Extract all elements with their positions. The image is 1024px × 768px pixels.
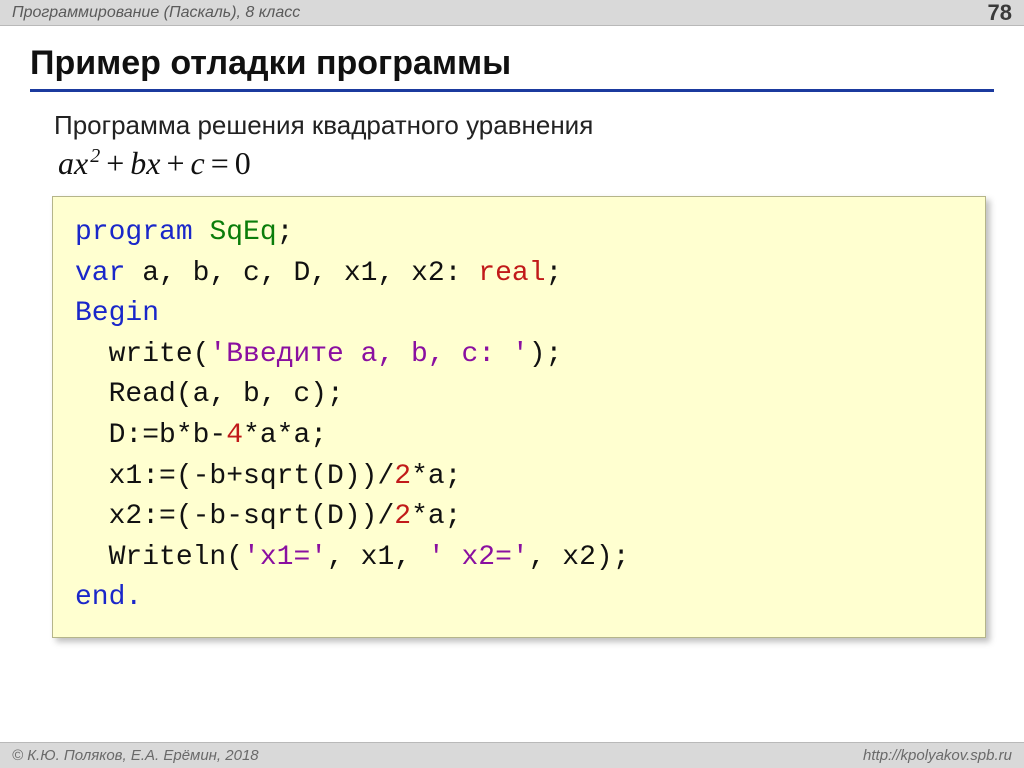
var-decl: a, b, c, D, x1, x2:: [125, 258, 478, 289]
eq-b: b: [130, 145, 146, 181]
footer-url: http://kpolyakov.spb.ru: [863, 747, 1012, 764]
eq-eq: =: [211, 145, 229, 181]
code-num2b: 2: [394, 501, 411, 532]
code-l1a: write(: [75, 339, 209, 370]
code-l2: Read(a, b, c);: [75, 379, 344, 410]
eq-x: x: [74, 145, 88, 181]
kw-begin: Begin: [75, 298, 159, 329]
footer-authors: © К.Ю. Поляков, Е.А. Ерёмин, 2018: [12, 747, 259, 764]
eq-x2: x: [146, 145, 160, 181]
code-l4b: *a;: [411, 461, 461, 492]
semi2: ;: [546, 258, 563, 289]
kw-var: var: [75, 258, 125, 289]
code-str3: ' x2=': [428, 542, 529, 573]
slide-content: Пример отладки программы Программа решен…: [0, 26, 1024, 638]
code-l6a: Writeln(: [75, 542, 243, 573]
eq-c: c: [191, 145, 205, 181]
code-l6c: , x2);: [529, 542, 630, 573]
prog-name: SqEq: [209, 217, 276, 248]
code-l3b: *a*a;: [243, 420, 327, 451]
code-l4a: x1:=(-b+sqrt(D))/: [75, 461, 394, 492]
code-str2: 'x1=': [243, 542, 327, 573]
code-l5a: x2:=(-b-sqrt(D))/: [75, 501, 394, 532]
code-num2a: 2: [394, 461, 411, 492]
code-num4: 4: [226, 420, 243, 451]
kw-program: program: [75, 217, 193, 248]
kw-end: end.: [75, 582, 142, 613]
code-block: program SqEq; var a, b, c, D, x1, x2: re…: [52, 196, 986, 638]
eq-a: a: [58, 145, 74, 181]
footer-bar: © К.Ю. Поляков, Е.А. Ерёмин, 2018 http:/…: [0, 742, 1024, 768]
equation: ax2+bx+c=0: [58, 145, 994, 182]
slide-title: Пример отладки программы: [30, 44, 994, 92]
code-l6b: , x1,: [327, 542, 428, 573]
code-l5b: *a;: [411, 501, 461, 532]
eq-plus1: +: [106, 145, 124, 181]
code-str1: 'Введите a, b, c: ': [209, 339, 528, 370]
code-l3a: D:=b*b-: [75, 420, 226, 451]
page-number: 78: [988, 0, 1012, 26]
header-title: Программирование (Паскаль), 8 класс: [12, 4, 300, 22]
eq-plus2: +: [166, 145, 184, 181]
eq-zero: 0: [235, 145, 251, 181]
header-bar: Программирование (Паскаль), 8 класс 78: [0, 0, 1024, 26]
eq-sup2: 2: [90, 145, 100, 167]
code-l1b: );: [529, 339, 563, 370]
kw-real: real: [478, 258, 545, 289]
semi1: ;: [277, 217, 294, 248]
slide-subtitle: Программа решения квадратного уравнения: [54, 110, 994, 141]
